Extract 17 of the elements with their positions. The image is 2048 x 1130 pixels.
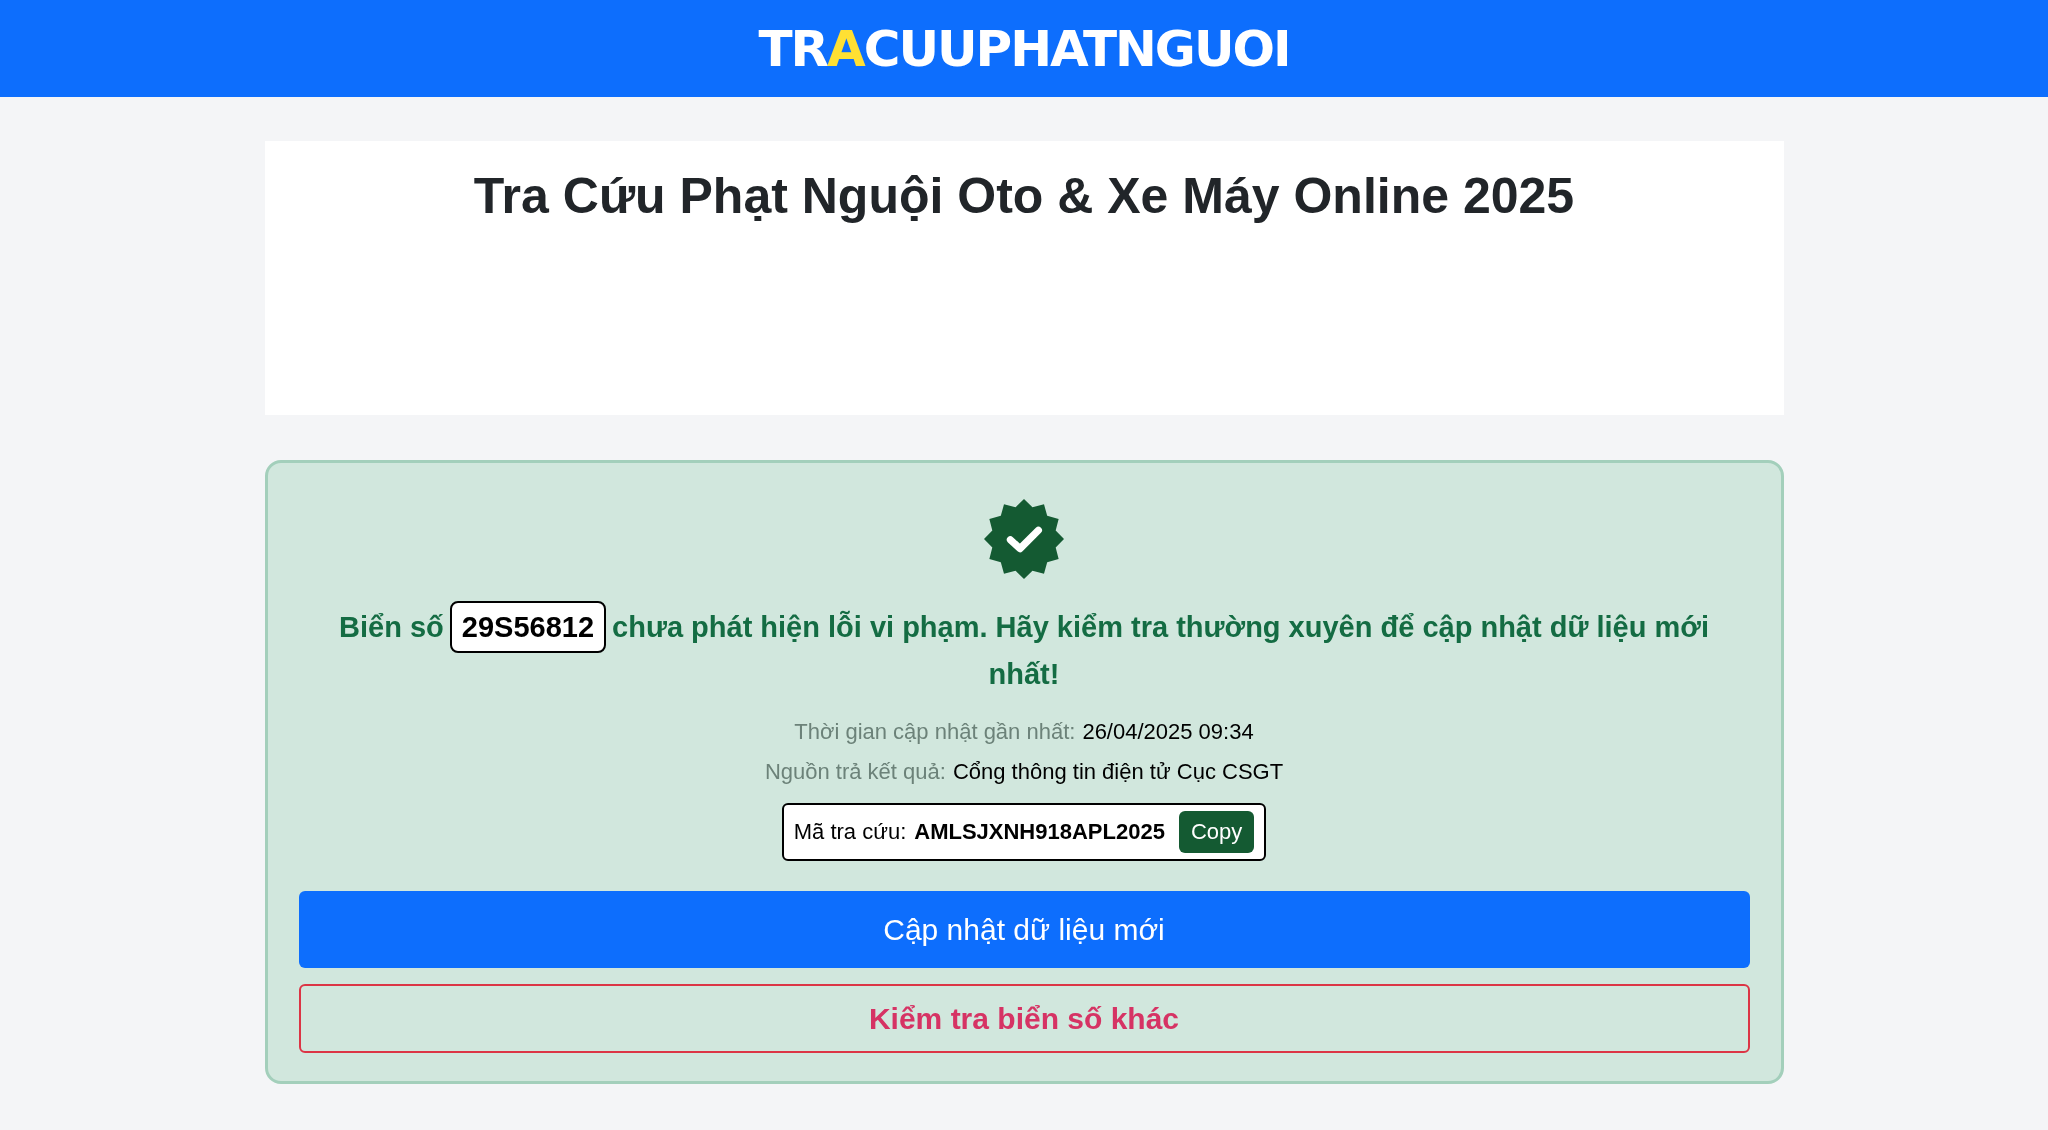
- plate-number: 29S56812: [449, 601, 607, 653]
- info-label: Nguồn trả kết quả:: [764, 759, 946, 785]
- info-value: Cổng thông tin điện tử Cục CSGT: [952, 759, 1284, 785]
- logo-text[interactable]: CUUPHATNGUOI: [863, 23, 1290, 74]
- copy-button[interactable]: Copy: [1178, 811, 1255, 853]
- info-label: Thời gian cập nhật gần nhất:: [794, 719, 1076, 745]
- code-value: AMLSJXNH918APL2025: [914, 819, 1165, 845]
- logo-text[interactable]: A: [827, 23, 864, 74]
- check-other-button[interactable]: Kiểm tra biển số khác: [298, 984, 1750, 1053]
- logo-text[interactable]: TR: [758, 23, 827, 74]
- info-value: 26/04/2025 09:34: [1082, 719, 1254, 745]
- message-text: chưa phát hiện lỗi vi phạm. Hãy kiểm tra thường xuyên để cập nhật dữ liệu mới nhất!: [612, 611, 1709, 690]
- message-text: Biển số: [339, 611, 444, 643]
- page-title: Tra Cứu Phạt Nguội Oto & Xe Máy Online 2025: [473, 167, 1575, 225]
- code-label: Mã tra cứu:: [793, 819, 907, 845]
- refresh-button[interactable]: Cập nhật dữ liệu mới: [298, 891, 1750, 968]
- verified-badge-icon: [984, 499, 1064, 579]
